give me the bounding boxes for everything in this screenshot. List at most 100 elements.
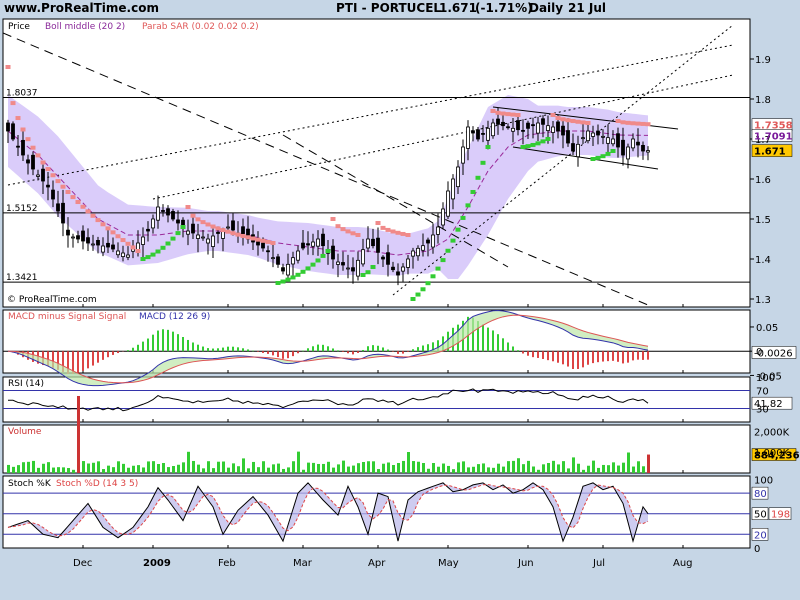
legend-sar: Parab SAR (0.02 0.02 0.2) — [142, 22, 259, 32]
volume-bar — [522, 464, 525, 473]
candle-body — [71, 236, 75, 239]
candle-body — [201, 236, 205, 239]
candle-body — [51, 189, 55, 200]
candle-body — [576, 143, 580, 158]
candle-body — [626, 146, 630, 160]
sar-dot — [440, 258, 446, 263]
sar-dot — [30, 145, 36, 150]
candle-body — [296, 250, 300, 261]
volume-bar — [152, 461, 155, 473]
volume-bar — [552, 460, 555, 473]
candle-body — [521, 129, 525, 132]
candle-body — [531, 124, 535, 127]
sar-dot — [390, 229, 396, 234]
sar-dot — [60, 184, 66, 189]
candle-body — [466, 126, 470, 149]
candle-body — [621, 139, 625, 156]
macd-tick-label: 0.05 — [756, 323, 778, 334]
candle-body — [511, 127, 515, 132]
last-price: 1.671 — [439, 1, 477, 15]
candle-body — [216, 232, 220, 234]
sar-dot — [380, 225, 386, 230]
sar-dot — [120, 238, 126, 243]
candle-body — [281, 267, 285, 272]
volume-bar — [572, 457, 575, 473]
candle-body — [206, 238, 210, 244]
candle-body — [506, 126, 510, 129]
candle-body — [151, 218, 155, 229]
volume-bar — [612, 462, 615, 473]
volume-bar — [162, 462, 165, 473]
sar-dot — [590, 157, 596, 161]
volume-bar — [107, 465, 110, 473]
price-change: (-1.71%) — [475, 1, 533, 15]
candle-body — [406, 258, 410, 268]
sar-dot — [170, 236, 176, 241]
volume-bar — [372, 461, 375, 473]
sar-dot — [330, 217, 336, 221]
candle-body — [591, 132, 595, 137]
sar-dot — [560, 117, 566, 122]
volume-bar — [352, 465, 355, 473]
legend-stoch-k: Stoch %K — [8, 479, 52, 489]
x-tick-label: Apr — [368, 558, 386, 569]
sar-dot — [105, 226, 111, 231]
sar-dot — [540, 139, 546, 144]
candle-body — [331, 245, 335, 260]
volume-bar — [387, 462, 390, 473]
candle-body — [26, 159, 30, 164]
candle-body — [106, 242, 110, 248]
volume-bar — [142, 467, 145, 473]
legend-macd: MACD (12 26 9) — [139, 312, 210, 322]
candle-body — [556, 121, 560, 132]
candle-body — [386, 252, 390, 265]
volume-bar — [57, 467, 60, 473]
x-tick-label: 2009 — [143, 558, 171, 569]
candle-body — [341, 262, 345, 266]
volume-bar — [357, 463, 360, 473]
sar-dot — [265, 239, 271, 244]
volume-bar — [382, 463, 385, 473]
candle-body — [526, 122, 530, 129]
level-label: 1.8037 — [6, 89, 38, 99]
sar-dot — [185, 205, 191, 209]
volume-bar — [317, 463, 320, 473]
volume-bar — [527, 460, 530, 473]
volume-bar — [37, 467, 40, 473]
candle-body — [141, 236, 145, 245]
sar-dot — [395, 230, 401, 235]
x-tick-label: Jun — [517, 558, 534, 569]
volume-bar — [237, 466, 240, 473]
volume-bar — [47, 462, 50, 473]
candle-body — [146, 228, 150, 232]
sar-dot — [610, 149, 616, 153]
sar-dot — [405, 233, 411, 237]
volume-bar — [247, 468, 250, 473]
sar-dot — [5, 65, 11, 69]
header-date: 21 Jul — [568, 1, 606, 15]
sar-dot — [350, 231, 356, 236]
sar-dot — [360, 273, 366, 277]
stoch-tick-label: 0 — [754, 544, 760, 555]
sar-dot — [130, 245, 136, 250]
candle-body — [611, 138, 615, 145]
volume-bar — [292, 461, 295, 473]
volume-bar — [557, 464, 560, 473]
candle-body — [166, 208, 170, 216]
candle-body — [516, 120, 520, 131]
candle-body — [631, 138, 635, 149]
candle-body — [81, 230, 85, 242]
candle-body — [361, 249, 365, 265]
candle-body — [121, 252, 125, 258]
y-tick-label: 1.5 — [755, 215, 771, 226]
candle-body — [36, 174, 40, 177]
candle-body — [41, 168, 45, 182]
candle-body — [416, 247, 420, 257]
volume-bar — [637, 461, 640, 473]
x-tick-label: Feb — [218, 558, 236, 569]
candle-body — [271, 257, 275, 260]
sar-dot — [80, 204, 86, 209]
candle-body — [76, 235, 80, 240]
sar-dot — [150, 252, 156, 257]
sar-dot — [280, 279, 286, 284]
